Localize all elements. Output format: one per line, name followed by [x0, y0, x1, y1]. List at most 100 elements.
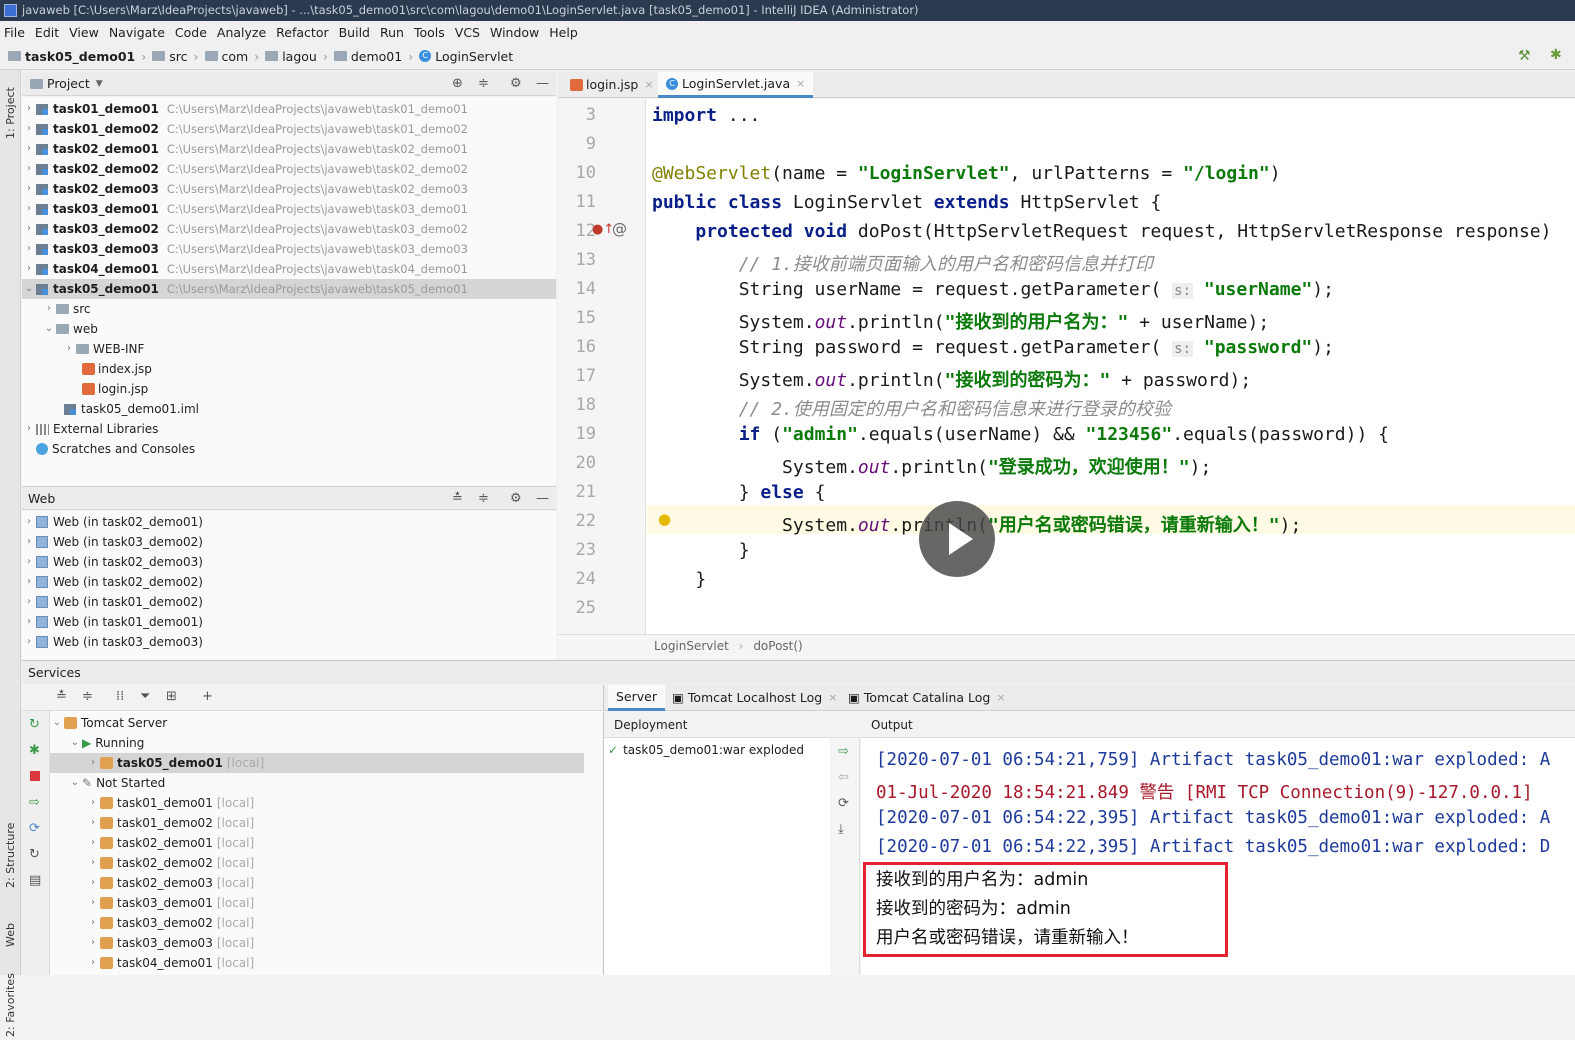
gear-icon[interactable]: ⚙ — [510, 76, 522, 91]
gear-icon[interactable]: ⚙ — [510, 491, 522, 506]
menu-refactor[interactable]: Refactor — [276, 25, 328, 40]
tab-login-jsp[interactable]: login.jsp × — [562, 72, 662, 98]
debug-icon[interactable]: ✱ — [29, 743, 40, 758]
tree-module-row[interactable]: › task01_demo02 C:\Users\Marz\IdeaProjects… — [22, 119, 556, 139]
tab-server[interactable]: Server — [608, 685, 665, 711]
not-started-group[interactable]: ⌄ ✎ Not Started — [50, 773, 584, 793]
web-facet-item[interactable]: › Web (in task03_demo02) — [22, 532, 556, 552]
menu-view[interactable]: View — [69, 25, 99, 40]
project-panel-title[interactable]: Project — [47, 76, 90, 91]
tree-module-row[interactable]: › task04_demo01 C:\Users\Marz\IdeaProjects… — [22, 259, 556, 279]
filter-icon[interactable]: ⏷ — [140, 689, 150, 704]
close-icon[interactable]: × — [644, 72, 653, 98]
collapse-all-icon[interactable]: ≑ — [82, 689, 93, 704]
tree-web-folder[interactable]: ⌄ web — [22, 319, 556, 339]
scroll-to-end-icon[interactable]: ⤓ — [838, 822, 844, 837]
service-item[interactable]: › task03_demo02 [local] — [50, 913, 584, 933]
tree-module-row[interactable]: › task02_demo01 C:\Users\Marz\IdeaProjects… — [22, 139, 556, 159]
refresh-icon[interactable]: ↻ — [29, 847, 40, 862]
update-icon[interactable]: ⟳ — [29, 821, 40, 836]
crumb-module[interactable]: task05_demo01 › — [8, 49, 146, 64]
menu-file[interactable]: File — [4, 25, 25, 40]
tree-file-login[interactable]: login.jsp — [22, 379, 556, 399]
service-item[interactable]: › task01_demo02 [local] — [50, 813, 584, 833]
menu-edit[interactable]: Edit — [35, 25, 59, 40]
close-icon[interactable]: × — [828, 685, 837, 711]
web-facet-item[interactable]: › Web (in task03_demo03) — [22, 632, 556, 652]
override-marker-icon[interactable]: ●↑ — [592, 222, 614, 237]
layout-icon[interactable]: ⊞ — [166, 689, 177, 704]
service-item[interactable]: › task03_demo03 [local] — [50, 933, 584, 953]
menu-tools[interactable]: Tools — [414, 25, 445, 40]
layout-icon[interactable]: ▤ — [29, 873, 41, 888]
minimize-icon[interactable]: — — [536, 76, 549, 91]
expand-all-icon[interactable]: ≛ — [56, 689, 67, 704]
annotation-marker-icon[interactable]: @ — [612, 220, 627, 238]
tab-localhost-log[interactable]: ▣ Tomcat Localhost Log × — [664, 685, 845, 711]
menu-code[interactable]: Code — [175, 25, 207, 40]
tree-file-index[interactable]: index.jsp — [22, 359, 556, 379]
tree-module-row[interactable]: › task02_demo02 C:\Users\Marz\IdeaProjects… — [22, 159, 556, 179]
run-config-icon[interactable]: ✱ — [1550, 47, 1562, 63]
crumb-lagou[interactable]: lagou › — [265, 49, 328, 64]
tab-loginservlet-java[interactable]: C LoginServlet.java × — [658, 72, 814, 98]
deploy-icon[interactable]: ⇨ — [838, 744, 849, 759]
add-icon[interactable]: + — [202, 689, 213, 704]
web-facet-item[interactable]: › Web (in task02_demo01) — [22, 512, 556, 532]
structure-tool-tab[interactable]: 2: Structure — [0, 815, 21, 895]
crumb-method[interactable]: doPost() — [753, 639, 802, 653]
rerun-icon[interactable]: ↻ — [29, 717, 40, 732]
service-item[interactable]: › task02_demo01 [local] — [50, 833, 584, 853]
service-item[interactable]: › task02_demo02 [local] — [50, 853, 584, 873]
favorites-tool-tab[interactable]: 2: Favorites — [0, 970, 21, 1040]
tree-external-libraries[interactable]: › External Libraries — [22, 419, 556, 439]
menu-build[interactable]: Build — [339, 25, 370, 40]
menu-navigate[interactable]: Navigate — [109, 25, 165, 40]
collapse-all-icon[interactable]: ≑ — [478, 491, 489, 506]
running-service-item[interactable]: › task05_demo01 [local] — [50, 753, 584, 773]
undeploy-icon[interactable]: ⇦ — [838, 770, 849, 785]
tree-scratches[interactable]: Scratches and Consoles — [22, 439, 556, 459]
menu-help[interactable]: Help — [549, 25, 578, 40]
locate-icon[interactable]: ⊕ — [452, 76, 463, 91]
tree-module-row-selected[interactable]: ⌄ task05_demo01 C:\Users\Marz\IdeaProjects… — [22, 279, 556, 299]
service-item[interactable]: › task04_demo01 [local] — [50, 953, 584, 973]
menu-window[interactable]: Window — [490, 25, 539, 40]
service-item[interactable]: › task03_demo01 [local] — [50, 893, 584, 913]
tree-module-row[interactable]: › task03_demo01 C:\Users\Marz\IdeaProjects… — [22, 199, 556, 219]
tomcat-server-node[interactable]: ⌄ Tomcat Server — [50, 713, 584, 733]
service-item[interactable]: › task02_demo03 [local] — [50, 873, 584, 893]
crumb-com[interactable]: com › — [204, 49, 259, 64]
tree-file-iml[interactable]: task05_demo01.iml — [22, 399, 556, 419]
project-tool-tab[interactable]: 1: Project — [0, 78, 21, 148]
tree-module-row[interactable]: › task03_demo03 C:\Users\Marz\IdeaProjects… — [22, 239, 556, 259]
tree-src-folder[interactable]: › src — [22, 299, 556, 319]
build-hammer-icon[interactable]: ⚒ — [1518, 48, 1531, 64]
close-icon[interactable]: × — [996, 685, 1005, 711]
crumb-loginservlet[interactable]: C LoginServlet — [419, 49, 513, 64]
tree-module-row[interactable]: › task02_demo03 C:\Users\Marz\IdeaProjects… — [22, 179, 556, 199]
tab-catalina-log[interactable]: ▣ Tomcat Catalina Log × — [840, 685, 1014, 711]
tree-module-row[interactable]: › task01_demo01 C:\Users\Marz\IdeaProjects… — [22, 99, 556, 119]
code-editor[interactable]: 3 9 10 11 12 13 14 15 16 17 18 19 20 21 … — [558, 99, 1575, 634]
crumb-demo01[interactable]: demo01 › — [333, 49, 413, 64]
tree-module-row[interactable]: › task03_demo02 C:\Users\Marz\IdeaProjects… — [22, 219, 556, 239]
minimize-icon[interactable]: — — [536, 491, 549, 506]
menu-vcs[interactable]: VCS — [455, 25, 480, 40]
deploy-icon[interactable]: ⇨ — [29, 795, 40, 810]
web-tool-tab[interactable]: Web — [0, 910, 21, 960]
menu-run[interactable]: Run — [380, 25, 404, 40]
crumb-src[interactable]: src › — [152, 49, 199, 64]
running-group[interactable]: ⌄ ▶ Running — [50, 733, 584, 753]
deployment-item[interactable]: ✓ task05_demo01:war exploded — [604, 740, 831, 760]
web-facet-item[interactable]: › Web (in task02_demo03) — [22, 552, 556, 572]
video-play-button[interactable] — [919, 501, 995, 577]
collapse-all-icon[interactable]: ≑ — [478, 76, 489, 91]
service-item[interactable]: › task01_demo01 [local] — [50, 793, 584, 813]
web-facet-item[interactable]: › Web (in task02_demo02) — [22, 572, 556, 592]
chevron-down-icon[interactable]: ▼ — [96, 79, 103, 89]
expand-all-icon[interactable]: ≛ — [452, 491, 463, 506]
tree-webinf-folder[interactable]: › WEB-INF — [22, 339, 556, 359]
web-facet-item[interactable]: › Web (in task01_demo02) — [22, 592, 556, 612]
group-icon[interactable]: ⁞⁞ — [116, 689, 124, 704]
